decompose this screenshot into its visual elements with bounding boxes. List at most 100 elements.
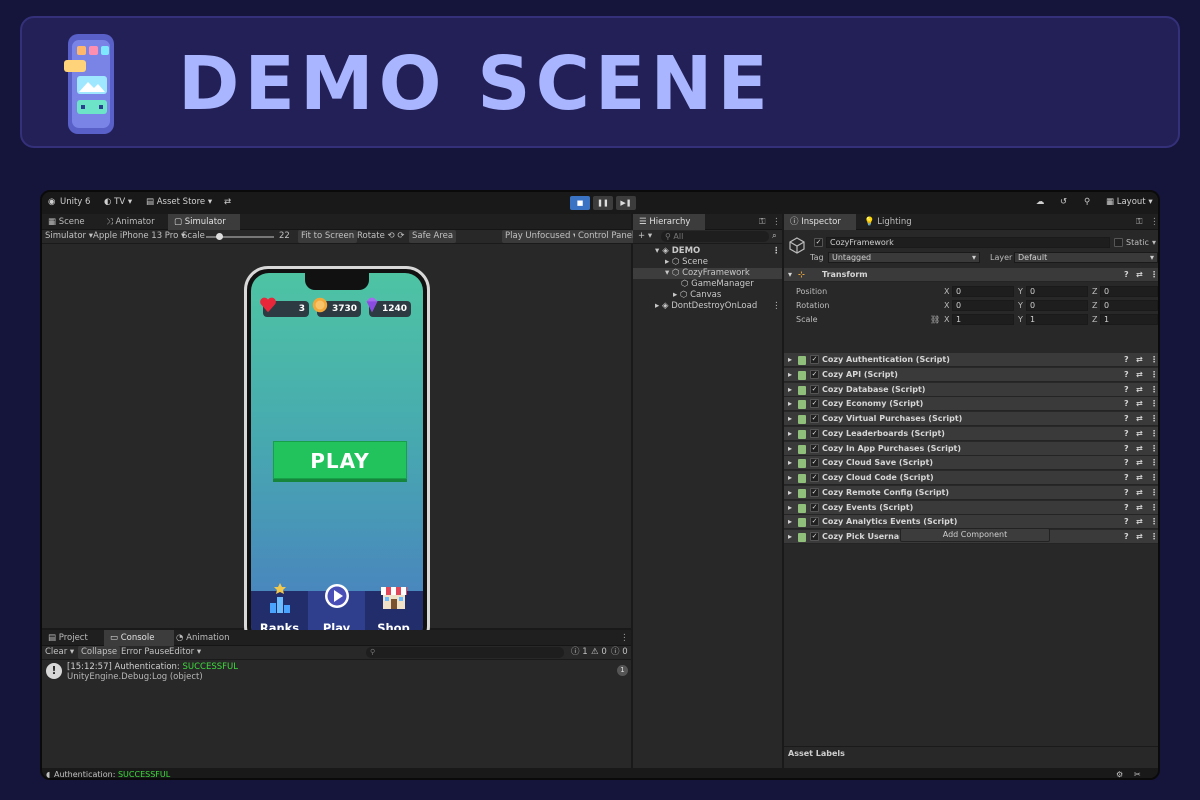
preset-icon[interactable]: ⇄: [1136, 268, 1143, 282]
lock-icon[interactable]: ⚿: [759, 217, 765, 227]
console-search-input[interactable]: ⚲: [366, 647, 564, 658]
help-icon[interactable]: ?: [1124, 471, 1129, 485]
search-icon[interactable]: ⚲: [1084, 197, 1090, 207]
component-enabled-checkbox[interactable]: ✓: [810, 384, 819, 394]
active-checkbox[interactable]: ✓: [814, 238, 823, 247]
step-button[interactable]: ▶❚: [616, 196, 636, 210]
component-enabled-checkbox[interactable]: ✓: [810, 517, 819, 527]
expand-arrow-icon[interactable]: ▸: [788, 471, 792, 485]
tab-animation[interactable]: ◔ Animation: [170, 630, 235, 646]
expand-arrow-icon[interactable]: ▸: [788, 515, 792, 529]
expand-arrow-icon[interactable]: ▸: [788, 501, 792, 515]
component-row[interactable]: ▸ ✓ Cozy Authentication (Script)? ⇄ ⋮: [784, 353, 1158, 367]
expand-arrow-icon[interactable]: ▸: [788, 397, 792, 411]
component-row[interactable]: ▸ ✓ Cozy In App Purchases (Script)? ⇄ ⋮: [784, 441, 1158, 456]
hierarchy-item-dontdestroyonload[interactable]: ▸ ◈ DontDestroyOnLoad ⋮: [633, 301, 782, 312]
expand-arrow-icon[interactable]: ▸: [788, 486, 792, 500]
component-row[interactable]: ▸ ✓ Cozy Events (Script)? ⇄ ⋮: [784, 500, 1158, 515]
help-icon[interactable]: ?: [1124, 486, 1129, 500]
help-icon[interactable]: ?: [1124, 412, 1129, 426]
rotation-x-input[interactable]: 0: [952, 300, 1014, 311]
search-filter-icon[interactable]: ⌕: [769, 230, 780, 243]
editor-dropdown[interactable]: Editor ▾: [166, 646, 204, 659]
expand-arrow-icon[interactable]: ▸: [788, 442, 792, 456]
position-y-input[interactable]: 0: [1026, 286, 1088, 297]
expand-arrow-icon[interactable]: ▸: [788, 383, 792, 397]
expand-arrow-icon[interactable]: ▸: [788, 456, 792, 470]
tab-simulator[interactable]: ▢ Simulator: [168, 214, 240, 230]
pause-button[interactable]: ❚❚: [593, 196, 613, 210]
tab-inspector[interactable]: ⓘ Inspector: [784, 214, 856, 230]
component-menu-icon[interactable]: ⋮: [1150, 353, 1158, 367]
console-menu-icon[interactable]: ⋮: [620, 633, 629, 643]
version-control-icon[interactable]: ⇄: [224, 197, 231, 207]
help-icon[interactable]: ?: [1124, 530, 1129, 544]
simulator-mode-dropdown[interactable]: Simulator ▾: [42, 230, 96, 243]
rotation-y-input[interactable]: 0: [1026, 300, 1088, 311]
preset-icon[interactable]: ⇄: [1136, 353, 1143, 367]
preset-icon[interactable]: ⇄: [1136, 412, 1143, 426]
component-enabled-checkbox[interactable]: ✓: [810, 458, 819, 468]
history-icon[interactable]: ↺: [1060, 197, 1067, 207]
help-icon[interactable]: ?: [1124, 456, 1129, 470]
inspector-menu-icon[interactable]: ⋮: [1150, 217, 1158, 227]
scale-z-input[interactable]: 1: [1100, 314, 1158, 325]
preset-icon[interactable]: ⇄: [1136, 471, 1143, 485]
preset-icon[interactable]: ⇄: [1136, 442, 1143, 456]
preset-icon[interactable]: ⇄: [1136, 427, 1143, 441]
component-enabled-checkbox[interactable]: ✓: [810, 487, 819, 497]
help-icon[interactable]: ?: [1124, 427, 1129, 441]
preset-icon[interactable]: ⇄: [1136, 397, 1143, 411]
hierarchy-item-canvas[interactable]: ▸ ⬡ Canvas: [633, 290, 782, 301]
component-menu-icon[interactable]: ⋮: [1150, 397, 1158, 411]
status-icon-1[interactable]: ⚙: [1116, 768, 1123, 778]
layout-dropdown[interactable]: ▦ Layout ▾: [1106, 197, 1153, 207]
component-row[interactable]: ▸ ✓ Cozy Virtual Purchases (Script)? ⇄ ⋮: [784, 412, 1158, 426]
help-icon[interactable]: ?: [1124, 515, 1129, 529]
expand-arrow-icon[interactable]: ▸: [788, 412, 792, 426]
preset-icon[interactable]: ⇄: [1136, 515, 1143, 529]
component-menu-icon[interactable]: ⋮: [1150, 471, 1158, 485]
component-row[interactable]: ▸ ✓ Cozy Leaderboards (Script)? ⇄ ⋮: [784, 426, 1158, 441]
component-enabled-checkbox[interactable]: ✓: [810, 355, 819, 364]
preset-icon[interactable]: ⇄: [1136, 383, 1143, 397]
expand-arrow-icon[interactable]: ▸: [788, 427, 792, 441]
help-icon[interactable]: ?: [1124, 383, 1129, 397]
create-dropdown[interactable]: + ▾: [635, 230, 655, 243]
expand-arrow-icon[interactable]: ▸: [788, 368, 792, 382]
inspector-lock-icon[interactable]: ⚿: [1136, 217, 1142, 227]
tab-hierarchy[interactable]: ☰ Hierarchy: [633, 214, 705, 230]
component-row[interactable]: ▸ ✓ Cozy Cloud Save (Script)? ⇄ ⋮: [784, 456, 1158, 471]
account-dropdown[interactable]: ◐ TV ▾: [104, 197, 132, 207]
asset-labels-section[interactable]: Asset Labels: [784, 746, 1158, 760]
error-count-toggle[interactable]: ⓘ 0: [608, 646, 631, 659]
device-dropdown[interactable]: Apple iPhone 13 Pro ▾: [90, 230, 188, 243]
warning-count-toggle[interactable]: ⚠ 0: [588, 646, 610, 659]
asset-store-button[interactable]: ▤ Asset Store ▾: [146, 197, 212, 207]
preset-icon[interactable]: ⇄: [1136, 368, 1143, 382]
hierarchy-item-demo[interactable]: ▾ ◈ DEMO ⋮: [633, 246, 782, 257]
position-z-input[interactable]: 0: [1100, 286, 1158, 297]
help-icon[interactable]: ?: [1124, 368, 1129, 382]
hierarchy-item-scene[interactable]: ▸ ⬡ Scene: [633, 257, 782, 268]
static-dropdown-arrow[interactable]: ▾: [1152, 238, 1156, 247]
component-menu-icon[interactable]: ⋮: [1150, 412, 1158, 426]
component-enabled-checkbox[interactable]: ✓: [810, 502, 819, 512]
help-icon[interactable]: ?: [1124, 501, 1129, 515]
help-icon[interactable]: ?: [1124, 397, 1129, 411]
component-menu-icon[interactable]: ⋮: [1150, 383, 1158, 397]
safe-area-button[interactable]: Safe Area: [409, 230, 457, 243]
preset-icon[interactable]: ⇄: [1136, 501, 1143, 515]
object-name-input[interactable]: CozyFramework: [826, 237, 1110, 248]
status-icon-2[interactable]: ✂: [1134, 768, 1141, 778]
play-button[interactable]: ■: [570, 196, 590, 210]
component-enabled-checkbox[interactable]: ✓: [810, 443, 819, 453]
tab-project[interactable]: ▤ Project: [42, 630, 94, 646]
scale-slider-handle[interactable]: [216, 233, 223, 240]
tab-animator[interactable]: ⤨ Animator: [100, 214, 161, 230]
menu-kebab-icon[interactable]: ⋮: [772, 217, 781, 227]
hierarchy-item-cozyframework[interactable]: ▾ ⬡ CozyFramework: [633, 268, 782, 279]
component-row[interactable]: ▸ ✓ Cozy Database (Script)? ⇄ ⋮: [784, 382, 1158, 397]
tab-console[interactable]: ▭ Console: [104, 630, 174, 646]
component-menu-icon[interactable]: ⋮: [1150, 486, 1158, 500]
